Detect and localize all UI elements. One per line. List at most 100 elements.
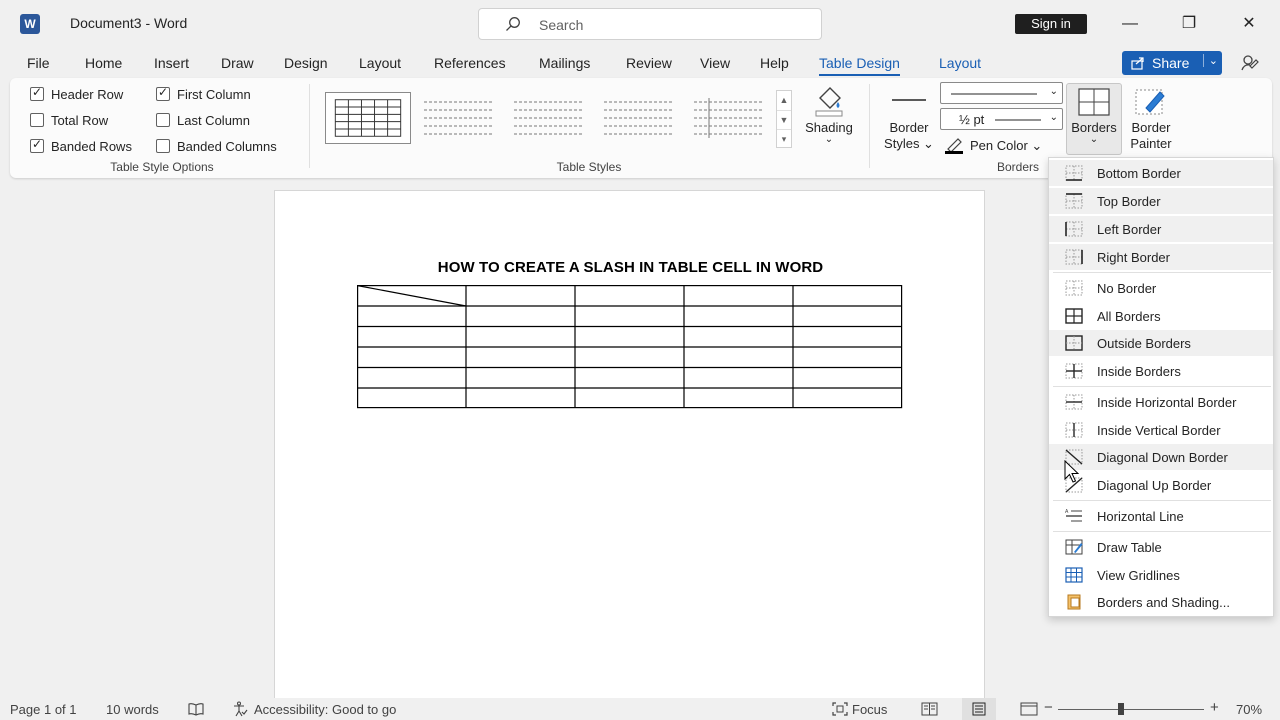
table-style-plain-2[interactable] [505,92,591,144]
tab-layout[interactable]: Layout [359,55,401,71]
tab-file[interactable]: File [27,55,50,71]
menu-item-top-border[interactable]: Top Border [1049,188,1273,214]
menu-item-label: No Border [1097,281,1157,296]
read-mode-icon[interactable] [921,702,938,716]
menu-item-outside-borders[interactable]: Outside Borders [1049,330,1273,356]
mouse-cursor-icon [1064,460,1080,483]
line-weight-dropdown[interactable]: ½ pt ⌄ [940,108,1063,130]
menu-item-label: Inside Horizontal Border [1097,395,1237,410]
zoom-slider-track[interactable] [1058,709,1204,710]
border-painter-icon [1135,89,1165,115]
left-border-icon [1065,221,1083,237]
banded-columns-label: Banded Columns [177,139,277,154]
menu-item-view-gridlines[interactable]: View Gridlines [1049,562,1273,588]
menu-item-borders-and-shading[interactable]: Borders and Shading... [1049,589,1273,615]
menu-item-all-borders[interactable]: All Borders [1049,303,1273,329]
last-column-checkbox[interactable] [156,113,170,127]
tab-draw[interactable]: Draw [221,55,254,71]
accessibility-status[interactable]: Accessibility: Good to go [254,702,396,717]
paint-bucket-icon [815,87,843,117]
menu-item-draw-table[interactable]: Draw Table [1049,534,1273,560]
menu-item-label: Inside Borders [1097,364,1181,379]
bottom-border-icon [1065,165,1083,181]
table-styles-label: Table Styles [556,160,622,174]
menu-item-inside-horizontal-border[interactable]: Inside Horizontal Border [1049,389,1273,415]
tab-design[interactable]: Design [284,55,328,71]
zoom-slider-thumb[interactable] [1118,703,1124,715]
web-layout-icon[interactable] [1020,702,1038,716]
gallery-scroll[interactable]: ▲ ▼ ▾ [776,90,792,148]
tab-help[interactable]: Help [760,55,789,71]
accessibility-icon [234,701,248,717]
diagonal-slash-line [357,285,467,307]
menu-item-label: All Borders [1097,309,1161,324]
document-table[interactable] [357,285,903,409]
chevron-up-icon[interactable]: ▲ [777,91,791,110]
border-painter-label-1: Border [1131,120,1171,135]
book-icon[interactable] [188,702,204,716]
tab-insert[interactable]: Insert [154,55,189,71]
chevron-down-icon[interactable]: ⌄ [1202,54,1218,67]
zoom-in-button[interactable]: + [1210,699,1219,716]
tab-table-design[interactable]: Table Design [819,55,900,76]
banded-rows-checkbox[interactable] [30,137,44,153]
gallery-more-icon[interactable]: ▾ [777,129,791,147]
line-style-dropdown[interactable]: ⌄ [940,82,1063,104]
menu-separator [1053,386,1271,387]
page-count[interactable]: Page 1 of 1 [10,702,77,717]
word-count[interactable]: 10 words [106,702,159,717]
menu-item-diagonal-up-border[interactable]: Diagonal Up Border [1049,472,1273,498]
tab-home[interactable]: Home [85,55,122,71]
line-weight-preview [995,119,1041,121]
menu-item-horizontal-line[interactable]: A Horizontal Line [1049,503,1273,529]
pen-color-label: Pen Color ⌄ [970,138,1043,153]
header-row-label: Header Row [51,87,124,102]
menu-item-no-border[interactable]: No Border [1049,275,1273,301]
chevron-down-icon[interactable]: ▼ [777,110,791,129]
zoom-out-button[interactable]: − [1044,699,1053,716]
banded-columns-checkbox[interactable] [156,139,170,153]
tab-review[interactable]: Review [626,55,672,71]
borders-dropdown-menu: Bottom Border Top Border Left Border Rig… [1048,157,1274,617]
focus-icon [832,702,848,716]
table-style-plain-4[interactable] [685,92,771,144]
chevron-down-icon: ⌄ [824,134,834,145]
focus-button[interactable]: Focus [852,702,887,717]
total-row-checkbox[interactable] [30,113,44,127]
first-column-checkbox[interactable] [156,85,170,101]
search-input[interactable]: Search [478,8,822,40]
chevron-down-icon: ⌄ [1049,112,1058,123]
menu-item-diagonal-down-border[interactable]: Diagonal Down Border [1049,444,1273,470]
shading-button[interactable]: Shading ⌄ [800,84,858,150]
tab-table-layout[interactable]: Layout [939,55,981,71]
share-button[interactable]: Share ⌄ [1122,51,1222,75]
borders-button[interactable]: Borders ⌄ [1066,83,1122,155]
tab-mailings[interactable]: Mailings [539,55,590,71]
print-layout-button[interactable] [962,698,996,720]
table-style-plain-1[interactable] [415,92,501,144]
sign-in-button[interactable]: Sign in [1015,14,1087,34]
table-style-plain-3[interactable] [595,92,681,144]
menu-item-right-border[interactable]: Right Border [1049,244,1273,270]
border-painter-button[interactable]: Border Painter [1124,84,1178,152]
document-heading[interactable]: HOW TO CREATE A SLASH IN TABLE CELL IN W… [275,259,986,276]
pen-color-button[interactable]: Pen Color ⌄ [944,137,1062,157]
close-button[interactable]: ✕ [1237,12,1261,36]
menu-item-bottom-border[interactable]: Bottom Border [1049,160,1273,186]
tab-view[interactable]: View [700,55,730,71]
menu-item-left-border[interactable]: Left Border [1049,216,1273,242]
restore-button[interactable]: ❐ [1177,12,1201,36]
table-style-grid-selected[interactable] [325,92,411,144]
menu-item-inside-borders[interactable]: Inside Borders [1049,358,1273,384]
tab-references[interactable]: References [434,55,506,71]
comment-icon[interactable] [1240,54,1260,72]
menu-item-label: Diagonal Down Border [1097,450,1228,465]
zoom-level[interactable]: 70% [1236,702,1262,717]
minimize-button[interactable]: — [1118,12,1142,36]
menu-item-inside-vertical-border[interactable]: Inside Vertical Border [1049,417,1273,443]
line-style-preview [951,93,1037,95]
header-row-checkbox[interactable] [30,85,44,101]
border-styles-button[interactable]: Border Styles ⌄ [878,90,940,152]
border-painter-label-2: Painter [1130,136,1172,151]
document-page[interactable]: HOW TO CREATE A SLASH IN TABLE CELL IN W… [274,190,985,710]
